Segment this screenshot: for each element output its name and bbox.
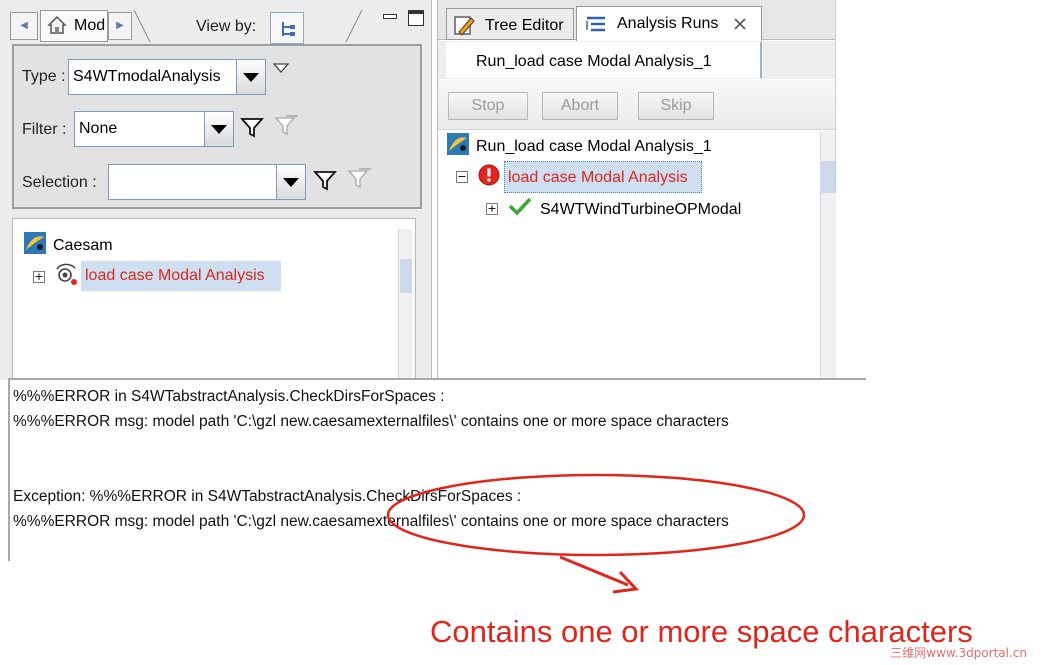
- highlight-ellipse: [386, 473, 806, 557]
- annotation-overlay: [386, 473, 806, 594]
- watermark: 三维网www.3dportal.cn: [890, 646, 1027, 660]
- annotation-arrow: [559, 555, 629, 587]
